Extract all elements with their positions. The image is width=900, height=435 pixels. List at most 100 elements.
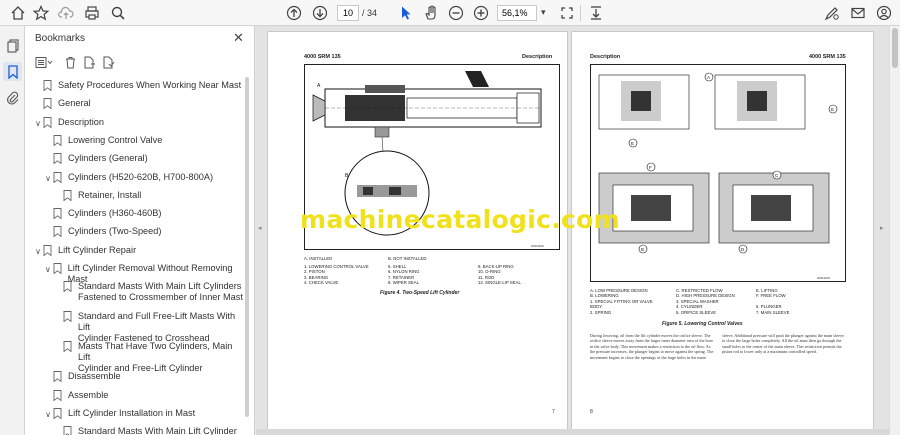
- zoom-in-icon[interactable]: [471, 3, 491, 23]
- bookmark-item[interactable]: Cylinders (H360-460B): [25, 208, 247, 220]
- page-header-left: Description: [590, 54, 621, 60]
- legend-entry: 6. PLUNGER: [756, 304, 782, 310]
- bookmark-label: Standard and Full Free-Lift Masts With L…: [78, 311, 247, 344]
- account-icon[interactable]: [874, 3, 894, 23]
- page-down-icon[interactable]: [310, 3, 330, 23]
- horizontal-scrollbar[interactable]: [256, 429, 889, 435]
- legend-entry: 8. WIPER SEAL: [388, 280, 420, 286]
- search-icon[interactable]: [108, 3, 128, 23]
- legend-entry: A. LOW PRESSURE DESIGN: [590, 288, 648, 293]
- bookmark-label: Assemble: [68, 389, 109, 400]
- bookmark-icon: [53, 389, 62, 402]
- bookmark-icon: [63, 311, 72, 323]
- expand-chevron-icon[interactable]: ∨: [43, 173, 53, 184]
- bookmark-item[interactable]: ∨ Lift Cylinder Installation in Mast: [25, 408, 247, 420]
- previous-page-arrow-icon[interactable]: ◂: [258, 224, 262, 232]
- bookmark-label: Description: [58, 116, 104, 127]
- new-bookmark-icon[interactable]: [81, 54, 97, 70]
- svg-text:B: B: [641, 247, 644, 252]
- bookmark-label: Safety Procedures When Working Near Mast: [58, 80, 242, 90]
- zoom-level-input[interactable]: 56,1%: [497, 5, 537, 21]
- legend-entry: 4. CYLINDER: [676, 304, 703, 310]
- bookmark-item[interactable]: Standard Masts With Main Lift Cylinders F…: [25, 281, 247, 303]
- figure-5-caption: Figure 5. Lowering Control Valves: [662, 321, 743, 327]
- bookmark-label: Lift Cylinder Repair: [58, 244, 137, 255]
- bookmark-icon: [43, 80, 52, 92]
- svg-text:E: E: [631, 141, 634, 146]
- bookmarks-panel: Bookmarks ✕ Safety Procedures When Worki…: [25, 26, 255, 435]
- bookmark-item[interactable]: Retainer, Install: [25, 190, 247, 202]
- svg-text:HM01100: HM01100: [531, 244, 544, 248]
- toolbar: / 34 56,1% ▾: [0, 0, 900, 26]
- svg-text:A: A: [707, 75, 710, 80]
- legend-entry: 5. ORIFICE SLEEVE: [676, 309, 717, 315]
- bookmark-item[interactable]: ∨ Description: [25, 117, 247, 129]
- legend-entry: D. HIGH PRESSURE DESIGN: [676, 293, 735, 299]
- lowering-control-valves-figure: A E E F C B D HM01109: [590, 64, 846, 282]
- bookmark-item[interactable]: ∨ Cylinders (H520-620B, H700-800A): [25, 172, 247, 184]
- bookmark-label: General: [58, 98, 91, 109]
- print-icon[interactable]: [82, 3, 102, 23]
- zoom-out-icon[interactable]: [446, 3, 466, 23]
- hand-tool-icon[interactable]: [421, 3, 441, 23]
- sign-pen-icon[interactable]: [822, 3, 842, 23]
- bookmarks-panel-icon[interactable]: [3, 62, 22, 81]
- expand-chevron-icon[interactable]: ∨: [43, 264, 53, 275]
- bookmark-icon: [63, 281, 72, 293]
- expand-chevron-icon[interactable]: ∨: [43, 409, 53, 420]
- page-up-icon[interactable]: [284, 3, 304, 23]
- page-number-8: 8: [590, 409, 593, 415]
- bookmark-label: Cylinders (Two-Speed): [68, 226, 162, 237]
- bookmark-options-icon[interactable]: [33, 54, 55, 70]
- next-page-arrow-icon[interactable]: ▸: [880, 224, 884, 232]
- bookmark-icon: [53, 208, 62, 220]
- expand-chevron-icon[interactable]: ∨: [33, 246, 43, 257]
- close-icon[interactable]: ✕: [233, 30, 244, 46]
- bookmark-item[interactable]: Disassemble: [25, 371, 247, 383]
- legend-entry: 9. BACK-UP RING: [478, 264, 514, 269]
- scrollbar-thumb[interactable]: [892, 28, 898, 68]
- bookmark-item[interactable]: Safety Procedures When Working Near Mast: [25, 80, 247, 92]
- delete-bookmark-icon[interactable]: [62, 54, 78, 70]
- bookmark-properties-icon[interactable]: [100, 54, 116, 70]
- page-number-input[interactable]: [337, 5, 359, 21]
- attachments-icon[interactable]: [3, 88, 22, 107]
- bookmark-item[interactable]: Cylinders (Two-Speed): [25, 226, 247, 238]
- bookmark-icon: [53, 153, 62, 165]
- bookmark-item[interactable]: General: [25, 98, 247, 110]
- bookmark-label: Standard Masts With Main Lift Cylinder: [78, 426, 237, 435]
- download-tool-icon[interactable]: [586, 3, 606, 23]
- bookmark-label: Cylinders (H360-460B): [68, 208, 162, 219]
- page-thumbnails-icon[interactable]: [3, 36, 22, 55]
- bookmark-item[interactable]: Lowering Control Valve: [25, 135, 247, 147]
- legend-entry: 11. ROD: [478, 274, 495, 280]
- legend-a: A. INSTALLED: [304, 256, 333, 261]
- home-icon[interactable]: [8, 3, 28, 23]
- bookmark-item[interactable]: Cylinders (General): [25, 153, 247, 165]
- bookmark-label-line: Standard Masts With Main Lift Cylinders: [78, 281, 242, 292]
- vertical-scrollbar[interactable]: [889, 26, 900, 435]
- zoom-dropdown-icon[interactable]: ▾: [541, 7, 546, 18]
- body-text-left: During lowering, oil from the lift cylin…: [590, 333, 714, 360]
- star-icon[interactable]: [31, 3, 51, 23]
- fit-page-icon[interactable]: [557, 3, 577, 23]
- email-icon[interactable]: [848, 3, 868, 23]
- legend-entry: 2. SPRING: [590, 309, 612, 315]
- bookmark-item[interactable]: Standard and Full Free-Lift Masts With L…: [25, 311, 247, 344]
- bookmark-item[interactable]: Standard Masts With Main Lift Cylinder: [25, 426, 247, 435]
- legend-entry: B. LOWERING: [590, 293, 619, 299]
- bookmark-label: Masts That Have Two Cylinders, Main Lift…: [78, 341, 247, 374]
- bookmark-item[interactable]: Assemble: [25, 389, 247, 402]
- legend-entry: 3. BEARING: [304, 274, 329, 280]
- legend-entry: C. RESTRICTED FLOW: [676, 288, 723, 293]
- legend-entry: 1. LOWERING CONTROL VALVE: [304, 264, 369, 269]
- select-cursor-icon[interactable]: [396, 3, 416, 23]
- bookmark-item[interactable]: Masts That Have Two Cylinders, Main Lift…: [25, 341, 247, 374]
- bookmarks-scrollbar[interactable]: [245, 77, 249, 417]
- bookmark-item[interactable]: ∨ Lift Cylinder Repair: [25, 245, 247, 257]
- cloud-upload-icon[interactable]: [56, 3, 76, 23]
- legend-entry: BODY: [590, 304, 603, 310]
- expand-chevron-icon[interactable]: ∨: [33, 118, 43, 129]
- bookmark-list: Safety Procedures When Working Near Mast…: [25, 78, 247, 435]
- svg-text:A: A: [317, 83, 321, 89]
